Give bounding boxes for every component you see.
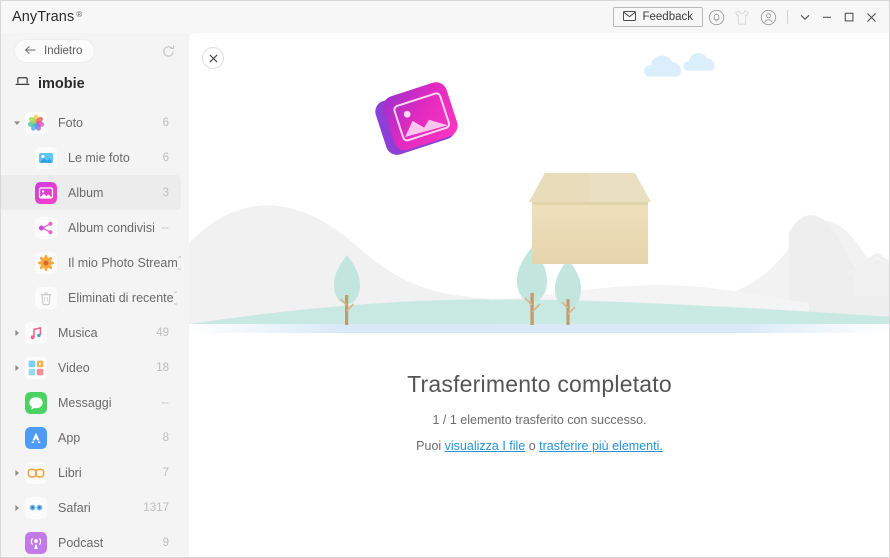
sidebar-item-app[interactable]: App 8 [1,420,181,455]
sidebar: Indietro imobie Foto 6 Le mie foto 6 Album 3 A… [1,33,189,557]
sidebar-item-libri[interactable]: Libri 7 [1,455,181,490]
sidebar-item-label: Album condivisi [68,220,155,235]
view-files-link[interactable]: visualizza I file [445,439,526,453]
sidebar-item-messaggi[interactable]: Messaggi -- [1,385,181,420]
status-text: 1 / 1 elemento trasferito con successo. [432,413,647,427]
sidebar-item-podcast[interactable]: Podcast 9 [1,525,181,557]
sidebar-item-count: 6 [162,151,169,164]
refresh-icon[interactable] [157,40,179,62]
caret-right-icon[interactable] [9,469,25,477]
sidebar-item-count: 3 [162,186,169,199]
sidebar-item-label: Foto [58,115,84,130]
maximize-button[interactable] [838,4,860,30]
sidebar-item-count: 7 [162,466,169,479]
app-logo: AnyTrans ® [12,9,82,25]
arrow-left-icon [24,45,37,58]
sidebar-item-safari[interactable]: Safari 1317 [1,490,181,525]
caret-right-icon[interactable] [9,504,25,512]
link-prefix: Puoi [416,439,445,453]
minimize-button[interactable] [816,4,838,30]
sidebar-item-count: 49 [156,326,169,339]
sidebar-item-label: Messaggi [58,395,112,410]
bell-icon[interactable] [703,4,729,30]
caret-right-icon[interactable] [9,364,25,372]
cloud-icon [644,52,715,77]
sidebar-item-album[interactable]: Album 3 [1,175,181,210]
sidebar-item-count: 1317 [143,501,169,514]
sidebar-item-label: Safari [58,500,91,515]
device-name: imobie [38,76,85,92]
sidebar-item-count: 9 [162,536,169,549]
my-photos-icon [35,146,57,169]
page-title: Trasferimento completato [407,371,672,397]
chevron-down-icon[interactable] [794,4,816,30]
tshirt-icon[interactable] [729,4,755,30]
sidebar-item-label: Musica [58,325,98,340]
podcast-icon [25,531,47,554]
sidebar-item-label: Album [68,185,104,200]
sidebar-item-count: -- [161,396,169,409]
sidebar-item-label: Video [58,360,90,375]
sidebar-tree: Foto 6 Le mie foto 6 Album 3 Album condivisi --… [1,103,189,557]
device-icon [15,75,30,93]
app-title: AnyTrans [12,9,75,25]
sidebar-item-album-condivisi[interactable]: Album condivisi -- [1,210,181,245]
sidebar-item-label: App [58,430,81,445]
sidebar-item-label: Le mie foto [68,150,130,165]
cardboard-box [529,173,651,264]
back-label: Indietro [44,45,83,57]
sidebar-item-count: 8 [162,431,169,444]
envelope-icon [623,10,637,24]
back-button[interactable]: Indietro [15,40,95,62]
user-circle-icon[interactable] [755,4,781,30]
titlebar-divider [787,10,788,24]
anytrans-window: AnyTrans ® Feedback Indietro imobie Foto… [0,0,890,558]
shared-album-icon [35,216,57,239]
titlebar-controls: Feedback [613,1,889,33]
sidebar-item-count: 6 [162,116,169,129]
safari-icon [25,496,47,519]
sidebar-item-label: Libri [58,465,82,480]
music-icon [25,321,47,344]
status-block: Trasferimento completato 1 / 1 elemento … [189,371,889,453]
sidebar-item-video[interactable]: Video 18 [1,350,181,385]
sidebar-item-label: Eliminati di recente [68,290,174,305]
transfer-more-link[interactable]: trasferire più elementi. [539,439,663,453]
sidebar-item-label: Il mio Photo Stream [68,255,178,270]
sidebar-item-il-mio-photo-stream[interactable]: Il mio Photo Stream -- [1,245,182,280]
sidebar-item-musica[interactable]: Musica 49 [1,315,181,350]
sidebar-item-count: -- [177,250,182,275]
registered-mark: ® [76,10,83,19]
caret-down-icon[interactable] [9,119,25,127]
link-middle: o [525,439,540,453]
main-panel: Trasferimento completato 1 / 1 elemento … [189,33,889,557]
trash-icon [35,286,57,309]
sidebar-item-eliminati-di-recente[interactable]: Eliminati di recente -- [1,280,181,315]
sidebar-toolbar: Indietro [1,33,189,69]
delivery-box-landscape-illustration [189,52,889,333]
video-icon [25,356,47,379]
title-bar: AnyTrans ® Feedback [1,1,889,33]
close-button[interactable] [860,4,882,30]
album-icon [35,181,57,204]
sidebar-item-foto[interactable]: Foto 6 [1,105,181,140]
sidebar-item-le-mie-foto[interactable]: Le mie foto 6 [1,140,181,175]
sidebar-item-count: -- [161,221,169,234]
feedback-label: Feedback [642,11,693,23]
sidebar-item-count: -- [173,285,178,310]
sidebar-item-label: Podcast [58,535,104,550]
sidebar-item-count: 18 [156,361,169,374]
photos-icon [25,111,47,134]
feedback-button[interactable]: Feedback [613,7,703,27]
books-icon [25,461,47,484]
album-card [375,82,458,155]
actions-line: Puoi visualizza I file o trasferire più … [189,439,889,453]
messages-icon [25,391,47,414]
photo-stream-icon [35,251,57,274]
appstore-icon [25,426,47,449]
caret-right-icon[interactable] [9,329,25,337]
device-header[interactable]: imobie [1,69,189,103]
